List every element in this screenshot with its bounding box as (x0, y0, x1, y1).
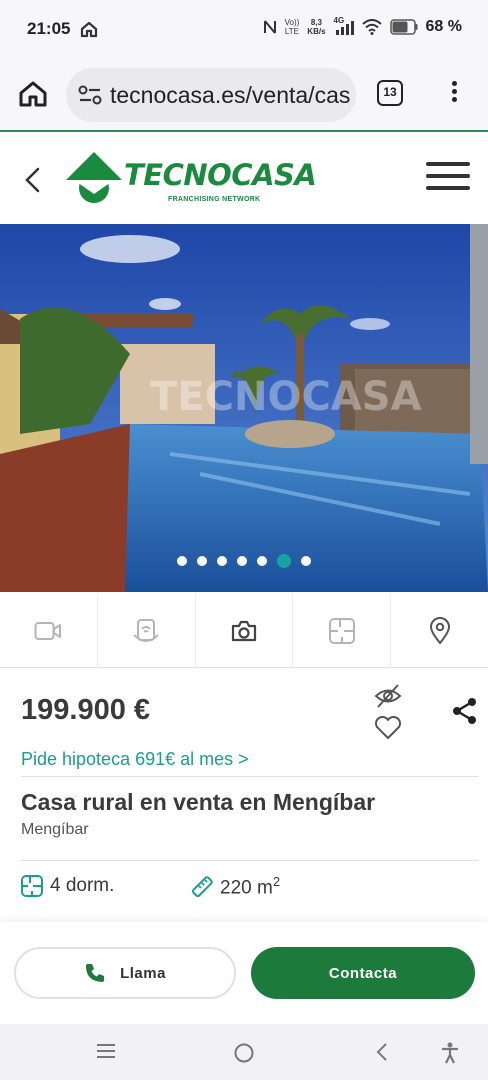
logo-house-icon (66, 152, 122, 203)
signal-icon: 4G (334, 16, 354, 36)
brand-tagline: FRANCHISING NETWORK (168, 196, 261, 203)
gallery-dot[interactable] (217, 556, 227, 566)
favorite-heart-icon[interactable] (374, 716, 402, 740)
system-nav-bar (0, 1024, 488, 1080)
video-icon (34, 621, 62, 640)
tecnocasa-logo[interactable]: TECNOCASA FRANCHISING NETWORK (64, 150, 317, 210)
tab-switcher-button[interactable]: 13 (377, 80, 403, 106)
status-time: 21:05 (27, 19, 71, 38)
call-button[interactable]: Llama (14, 947, 236, 999)
bedrooms-feature: 4 dorm. (20, 874, 114, 898)
bedrooms-label: 4 dorm. (50, 875, 115, 896)
area-label: 220 m2 (220, 874, 281, 899)
volte-indicator: Vo)) LTE (284, 18, 300, 36)
contact-actions: Llama Contacta (0, 922, 488, 1024)
photo-camera-icon (231, 620, 257, 641)
brand-name: TECNOCASA (124, 158, 317, 192)
divider (21, 776, 478, 777)
status-icons: Vo)) LTE 8,3 KB/s 4G 68 % (263, 16, 462, 36)
gallery-dot[interactable] (257, 556, 267, 566)
video-tab[interactable] (0, 594, 98, 667)
listing-title: Casa rural en venta en Mengíbar (21, 789, 376, 815)
area-feature: 220 m2 (190, 874, 280, 899)
gallery-dot-active[interactable] (277, 554, 291, 568)
property-photo[interactable]: TECNOCASA (0, 224, 488, 592)
site-header: TECNOCASA FRANCHISING NETWORK (0, 134, 488, 224)
phone-icon (86, 964, 105, 982)
nav-back-icon[interactable] (374, 1042, 390, 1062)
gallery-dot[interactable] (237, 556, 247, 566)
browser-toolbar: tecnocasa.es/venta/casa-rural 13 (0, 60, 488, 132)
media-toolbar (0, 594, 488, 668)
gallery-dot[interactable] (301, 556, 311, 566)
nav-home-circle-icon[interactable] (233, 1042, 255, 1064)
battery-percent: 68 % (425, 18, 462, 35)
listing-location: Mengíbar (21, 821, 89, 838)
site-settings-icon[interactable] (78, 84, 102, 106)
accessibility-icon[interactable] (440, 1042, 460, 1064)
floor-plan-tab[interactable] (293, 594, 392, 667)
listing-price: 199.900 € (21, 694, 151, 726)
ruler-icon (191, 875, 213, 897)
home-icon (80, 21, 98, 38)
map-pin-icon (429, 616, 450, 645)
bedroom-icon (21, 875, 43, 897)
browser-menu-icon[interactable] (446, 78, 462, 108)
contact-button[interactable]: Contacta (251, 947, 475, 999)
wifi-icon (361, 19, 382, 35)
mortgage-link[interactable]: Pide hipoteca 691€ al mes > (21, 749, 249, 770)
battery-icon (389, 19, 418, 35)
floor-plan-icon (328, 617, 355, 644)
hamburger-menu-icon[interactable] (426, 162, 470, 192)
photo-watermark: TECNOCASA (150, 374, 422, 420)
browser-home-icon[interactable] (18, 80, 48, 108)
photos-tab[interactable] (196, 594, 294, 667)
share-icon[interactable] (452, 697, 478, 725)
map-tab[interactable] (391, 594, 488, 667)
gallery-pagination[interactable] (0, 554, 488, 568)
network-speed: 8,3 KB/s (307, 18, 326, 36)
gallery-dot[interactable] (177, 556, 187, 566)
divider (21, 860, 478, 861)
status-bar: 21:05 Vo)) LTE 8,3 KB/s 4G 68 % (0, 0, 488, 60)
recents-menu-icon[interactable] (96, 1042, 116, 1060)
url-text[interactable]: tecnocasa.es/venta/casa-rural (110, 82, 350, 109)
virtual-tour-tab[interactable] (98, 594, 196, 667)
back-chevron-icon[interactable] (22, 166, 42, 194)
hide-listing-icon[interactable] (374, 683, 402, 709)
nfc-icon (263, 20, 276, 34)
gallery-dot[interactable] (197, 556, 207, 566)
virtual-tour-icon (133, 618, 159, 642)
call-label: Llama (120, 964, 166, 982)
address-bar[interactable]: tecnocasa.es/venta/casa-rural (66, 68, 356, 122)
